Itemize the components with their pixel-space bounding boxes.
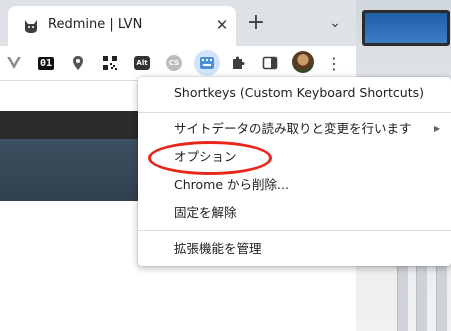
menu-item-label: 拡張機能を管理 — [174, 241, 262, 256]
ext-01-label: 01 — [37, 56, 55, 70]
menu-item-remove-from-chrome[interactable]: Chrome から削除... — [138, 171, 451, 199]
ext-alt-label: Alt — [134, 56, 150, 70]
extension-context-menu: Shortkeys (Custom Keyboard Shortcuts) サイ… — [138, 77, 451, 266]
menu-divider — [138, 112, 451, 113]
menu-item-options[interactable]: オプション — [138, 143, 451, 171]
ext-cs-label: CS — [166, 55, 182, 71]
profile-avatar[interactable] — [292, 51, 314, 73]
close-tab-icon[interactable]: ✕ — [212, 15, 232, 35]
menu-item-shortkeys[interactable]: Shortkeys (Custom Keyboard Shortcuts) — [138, 79, 451, 107]
browser-menu-icon[interactable]: ⋮ — [324, 53, 344, 73]
qr-code-icon — [103, 56, 117, 70]
alt-text-extension-icon[interactable]: Alt — [132, 53, 152, 73]
extensions-button[interactable] — [228, 53, 248, 73]
menu-item-site-access[interactable]: サイトデータの読み取りと変更を行います ▶ — [138, 115, 451, 143]
tab-redmine[interactable]: Redmine | LVN ✕ — [8, 6, 236, 46]
vue-logo-icon — [7, 57, 21, 69]
menu-item-label: サイトデータの読み取りと変更を行います — [174, 121, 412, 136]
keyboard-icon — [200, 57, 214, 69]
tab-strip: Redmine | LVN ✕ + ⌄ — [0, 0, 356, 46]
puzzle-piece-icon — [233, 56, 245, 69]
menu-item-label: 固定を解除 — [174, 205, 237, 220]
menu-divider — [138, 230, 451, 231]
vue-extension-icon[interactable] — [4, 53, 24, 73]
menu-item-manage-extensions[interactable]: 拡張機能を管理 — [138, 235, 451, 263]
cs-extension-icon[interactable]: CS — [164, 53, 184, 73]
menu-item-unpin[interactable]: 固定を解除 — [138, 199, 451, 227]
side-panel-icon — [262, 56, 278, 70]
menu-item-label: オプション — [174, 149, 237, 164]
submenu-arrow-icon: ▶ — [434, 124, 441, 133]
browser-toolbar: 01 Alt CS ⋮ — [0, 46, 356, 81]
side-panel-button[interactable] — [260, 53, 280, 73]
menu-item-label: Shortkeys (Custom Keyboard Shortcuts) — [174, 85, 425, 100]
tab-title: Redmine | LVN — [48, 17, 143, 32]
binary-extension-icon[interactable]: 01 — [36, 53, 56, 73]
tab-search-icon[interactable]: ⌄ — [324, 12, 346, 34]
map-pin-icon — [73, 56, 83, 70]
shortkeys-extension-icon[interactable] — [194, 50, 220, 76]
cat-favicon-icon — [25, 20, 37, 33]
new-tab-button[interactable]: + — [245, 12, 267, 34]
menu-item-label: Chrome から削除... — [174, 177, 289, 192]
map-pin-extension-icon[interactable] — [68, 53, 88, 73]
desktop-monitor-image — [362, 10, 450, 46]
qr-code-extension-icon[interactable] — [100, 53, 120, 73]
